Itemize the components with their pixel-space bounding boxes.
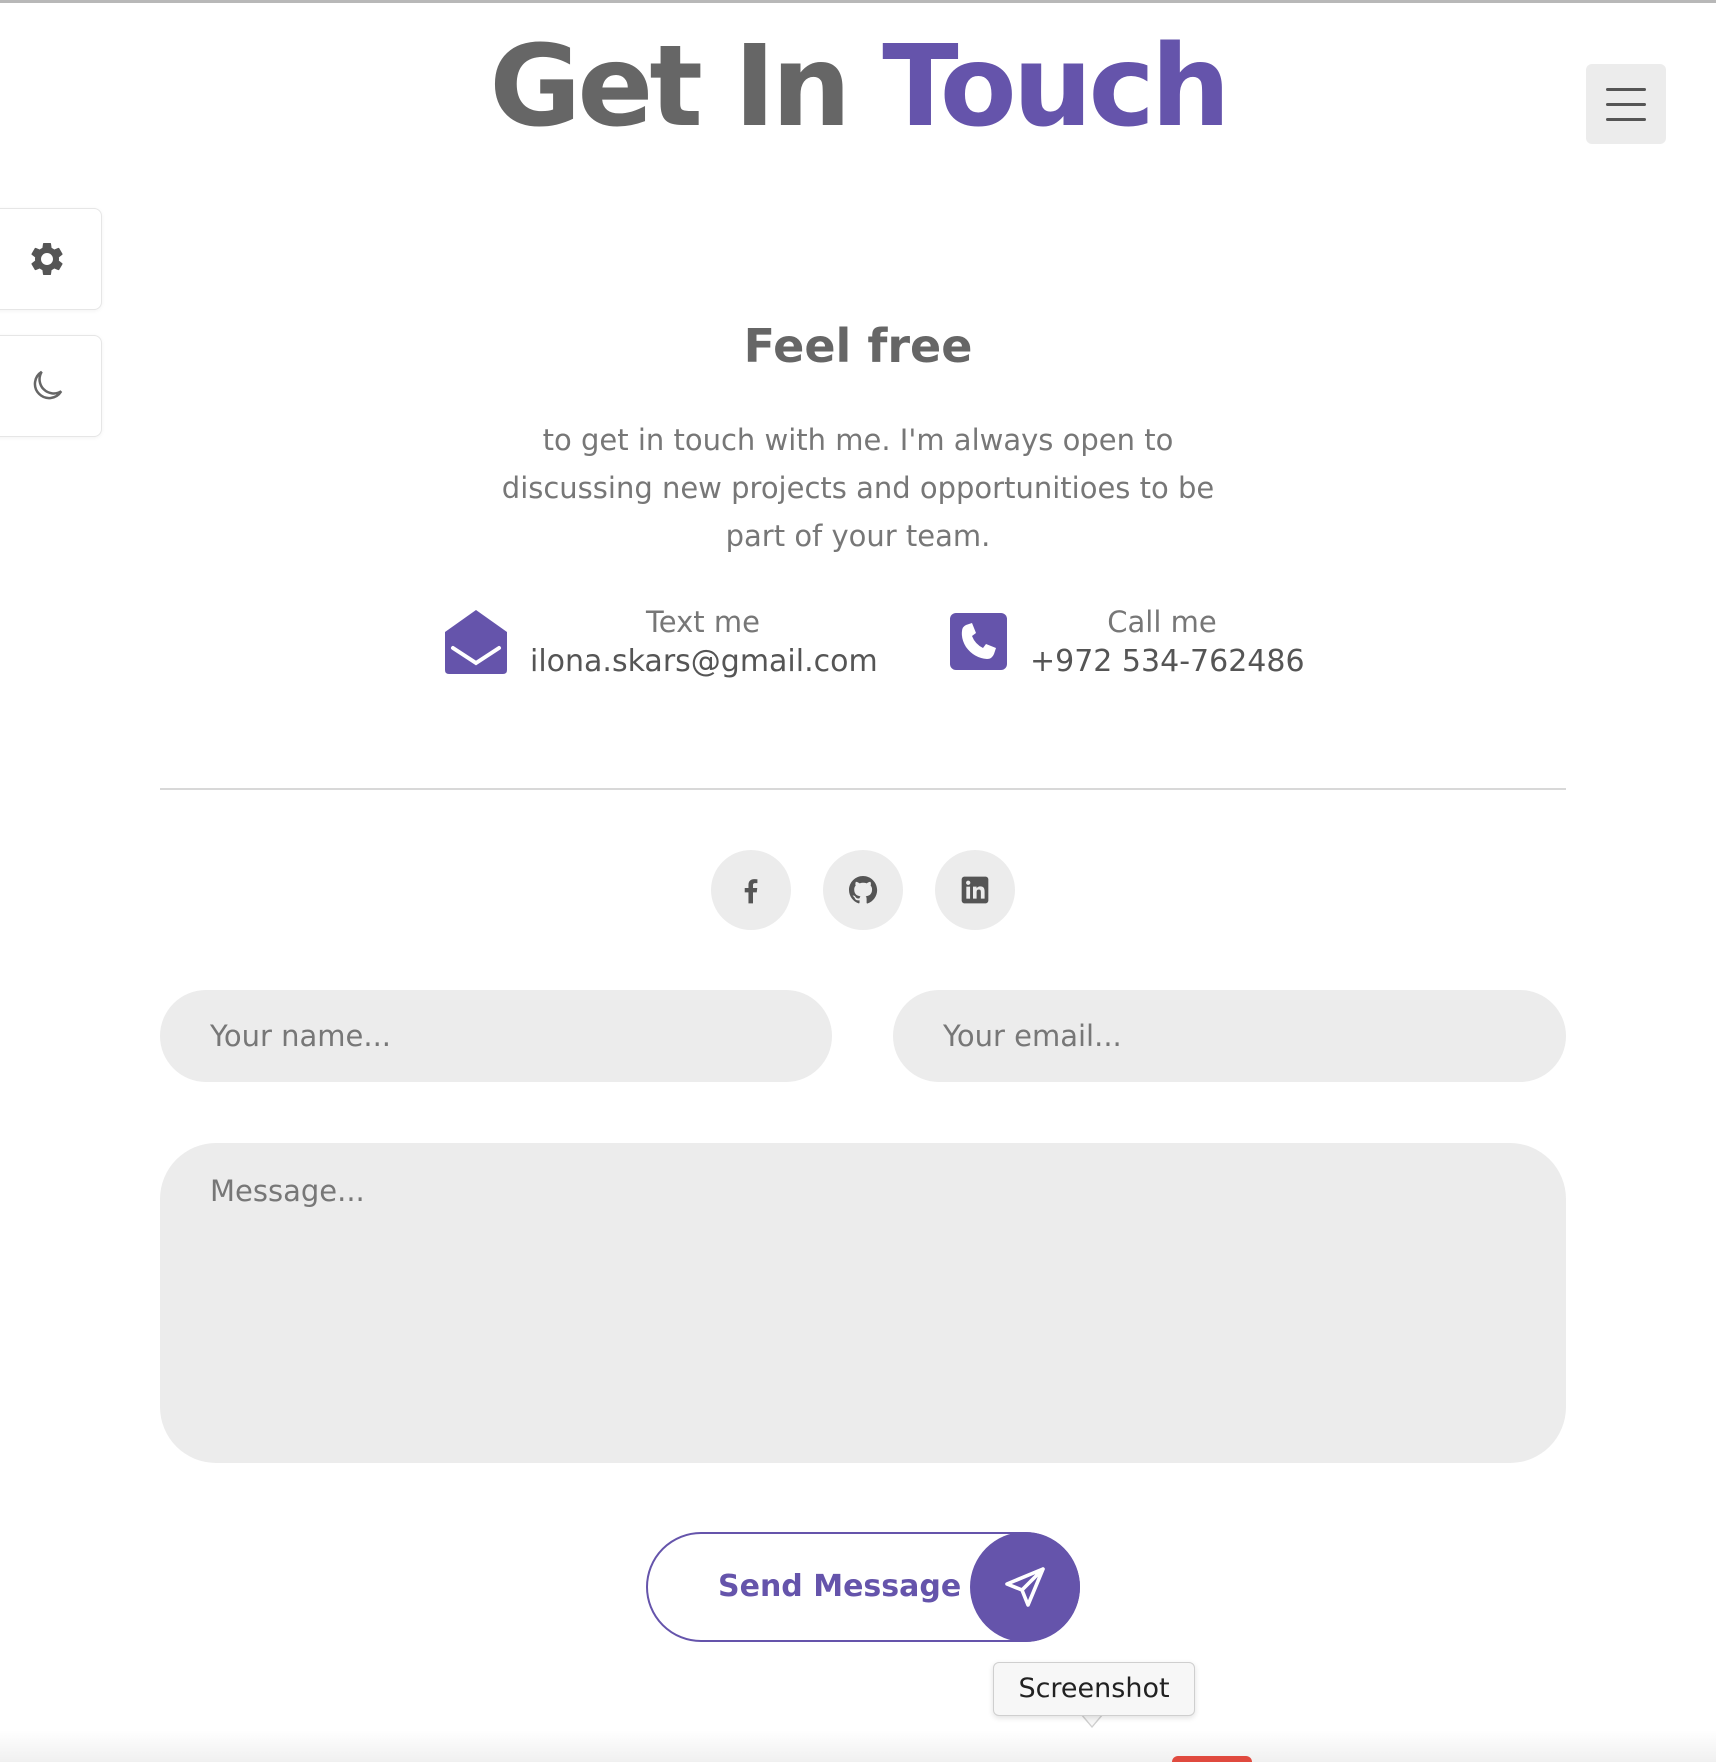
linkedin-icon [961,876,989,904]
send-message-label: Send Message [718,1569,962,1604]
window-top-border [0,0,1716,3]
bottom-shadow [0,1730,1716,1762]
gear-icon [31,243,63,275]
settings-button[interactable] [0,208,102,310]
facebook-icon [744,879,758,904]
phone-value[interactable]: +972 534-762486 [1030,642,1305,682]
name-input[interactable] [160,990,832,1082]
page-title: Get In Touch [0,22,1716,152]
menu-button[interactable] [1586,64,1666,144]
bottom-red-indicator [1172,1756,1252,1762]
email-value[interactable]: ilona.skars@gmail.com [530,642,878,682]
email-input[interactable] [893,990,1566,1082]
email-label: Text me [646,605,760,639]
phone-square-icon [950,613,1007,670]
envelope-open-icon [445,610,507,674]
page-title-part2: Touch [882,22,1230,152]
page-title-part1: Get In [489,22,883,152]
send-message-button[interactable]: Send Message [646,1532,1080,1642]
page: Get In Touch Feel free to get in touch w… [0,0,1716,1762]
intro-text: to get in touch with me. I'm always open… [501,423,1215,553]
divider [160,788,1566,790]
phone-contact: Call me +972 534-762486 [1030,602,1305,682]
screenshot-tooltip: Screenshot [993,1662,1195,1716]
paper-plane-icon [1005,1567,1045,1607]
linkedin-button[interactable] [935,850,1015,930]
section-subheading: Feel free [743,319,973,373]
email-contact: Text me ilona.skars@gmail.com [530,602,878,682]
github-icon [849,876,878,904]
message-textarea[interactable] [160,1143,1566,1463]
github-button[interactable] [823,850,903,930]
facebook-button[interactable] [711,850,791,930]
send-icon-circle [970,1532,1080,1642]
phone-label: Call me [1107,605,1217,639]
